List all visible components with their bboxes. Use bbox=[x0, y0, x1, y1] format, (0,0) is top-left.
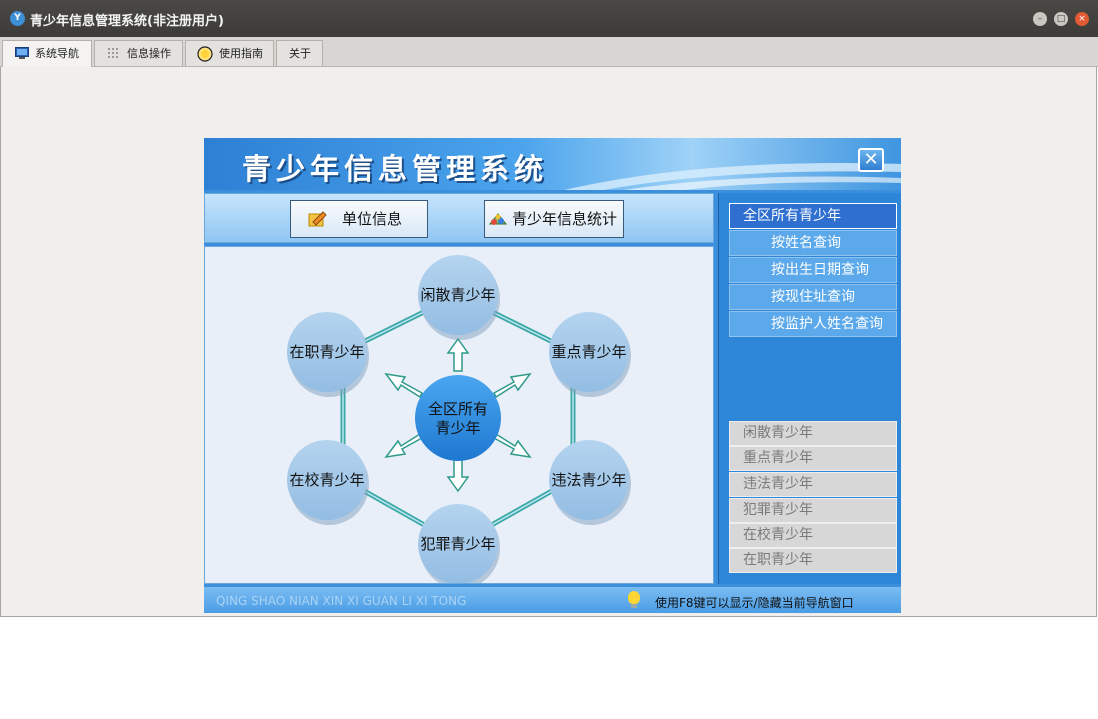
category-item[interactable]: 犯罪青少年 bbox=[729, 498, 897, 523]
window-titlebar: Y 青少年信息管理系统(非注册用户) – □ × bbox=[0, 0, 1098, 37]
query-by-name[interactable]: 按姓名查询 bbox=[729, 230, 897, 256]
youth-stats-button[interactable]: 青少年信息统计 bbox=[484, 200, 624, 238]
node-label[interactable]: 重点青少年 bbox=[539, 341, 639, 362]
status-bar: QING SHAO NIAN XIN XI GUAN LI XI TONG 使用… bbox=[204, 587, 901, 613]
category-item[interactable]: 违法青少年 bbox=[729, 472, 897, 497]
query-by-guardian[interactable]: 按监护人姓名查询 bbox=[729, 311, 897, 337]
node-label[interactable]: 在职青少年 bbox=[277, 341, 377, 362]
status-pinyin-text: QING SHAO NIAN XIN XI GUAN LI XI TONG bbox=[216, 594, 467, 608]
unit-info-label: 单位信息 bbox=[342, 210, 403, 228]
tab-user-guide[interactable]: 使用指南 bbox=[185, 40, 274, 66]
query-by-birthdate[interactable]: 按出生日期查询 bbox=[729, 257, 897, 283]
category-item[interactable]: 在校青少年 bbox=[729, 523, 897, 548]
youth-stats-label: 青少年信息统计 bbox=[512, 210, 618, 228]
node-label[interactable]: 闲散青少年 bbox=[408, 284, 508, 305]
status-hint: 使用F8键可以显示/隐藏当前导航窗口 bbox=[655, 596, 854, 610]
unit-info-button[interactable]: 单位信息 bbox=[290, 200, 428, 238]
help-circle-icon bbox=[197, 46, 213, 62]
tab-label: 信息操作 bbox=[127, 47, 171, 60]
panel-toolbar: 单位信息 青少年信息统计 bbox=[204, 193, 714, 243]
navigation-panel: 青少年信息管理系统 ✕ 单位信息 青少年信息统计 闲散青少年 重点青少年 违法青… bbox=[204, 138, 901, 613]
grid-icon bbox=[108, 48, 118, 58]
lightbulb-icon bbox=[628, 591, 640, 608]
category-item[interactable]: 在职青少年 bbox=[729, 548, 897, 573]
tab-label: 系统导航 bbox=[35, 47, 79, 60]
center-label: 全区所有 bbox=[427, 400, 488, 418]
window-title: 青少年信息管理系统(非注册用户) bbox=[30, 14, 224, 29]
monitor-icon bbox=[15, 47, 29, 59]
category-item[interactable]: 重点青少年 bbox=[729, 446, 897, 471]
query-sidebar: 全区所有青少年 按姓名查询 按出生日期查询 按现住址查询 按监护人姓名查询 闲散… bbox=[718, 193, 901, 584]
tab-info-operation[interactable]: 信息操作 bbox=[94, 40, 183, 66]
node-label[interactable]: 在校青少年 bbox=[277, 469, 377, 490]
query-all-youth[interactable]: 全区所有青少年 bbox=[729, 203, 897, 229]
banner-title: 青少年信息管理系统 bbox=[242, 152, 549, 186]
arrow-up-icon bbox=[446, 337, 470, 372]
center-label: 青少年 bbox=[435, 419, 481, 437]
banner: 青少年信息管理系统 ✕ bbox=[204, 138, 901, 190]
tab-label: 使用指南 bbox=[219, 47, 263, 60]
tab-about[interactable]: 关于 bbox=[276, 40, 323, 66]
tab-system-navigation[interactable]: 系统导航 bbox=[2, 40, 92, 67]
tab-bar: 系统导航 信息操作 使用指南 关于 bbox=[0, 37, 1098, 67]
pencil-note-icon bbox=[308, 211, 327, 227]
query-by-address[interactable]: 按现住址查询 bbox=[729, 284, 897, 310]
center-node[interactable]: 全区所有 青少年 bbox=[413, 400, 503, 438]
tab-label: 关于 bbox=[289, 47, 311, 60]
node-label[interactable]: 违法青少年 bbox=[539, 469, 639, 490]
arrow-upright-icon bbox=[493, 372, 532, 399]
arrow-down-icon bbox=[446, 458, 470, 493]
category-item[interactable]: 闲散青少年 bbox=[729, 421, 897, 446]
youth-category-diagram: 闲散青少年 重点青少年 违法青少年 犯罪青少年 在校青少年 在职青少年 全区所有… bbox=[204, 246, 714, 584]
stats-chart-icon bbox=[488, 213, 508, 225]
maximize-button[interactable]: □ bbox=[1054, 12, 1068, 26]
minimize-button[interactable]: – bbox=[1033, 12, 1047, 26]
banner-swoosh bbox=[564, 163, 901, 190]
close-panel-icon[interactable]: ✕ bbox=[858, 148, 884, 172]
node-label[interactable]: 犯罪青少年 bbox=[408, 533, 508, 554]
arrow-upleft-icon bbox=[384, 372, 423, 399]
app-logo-icon: Y bbox=[10, 11, 25, 26]
close-window-button[interactable]: × bbox=[1075, 12, 1089, 26]
